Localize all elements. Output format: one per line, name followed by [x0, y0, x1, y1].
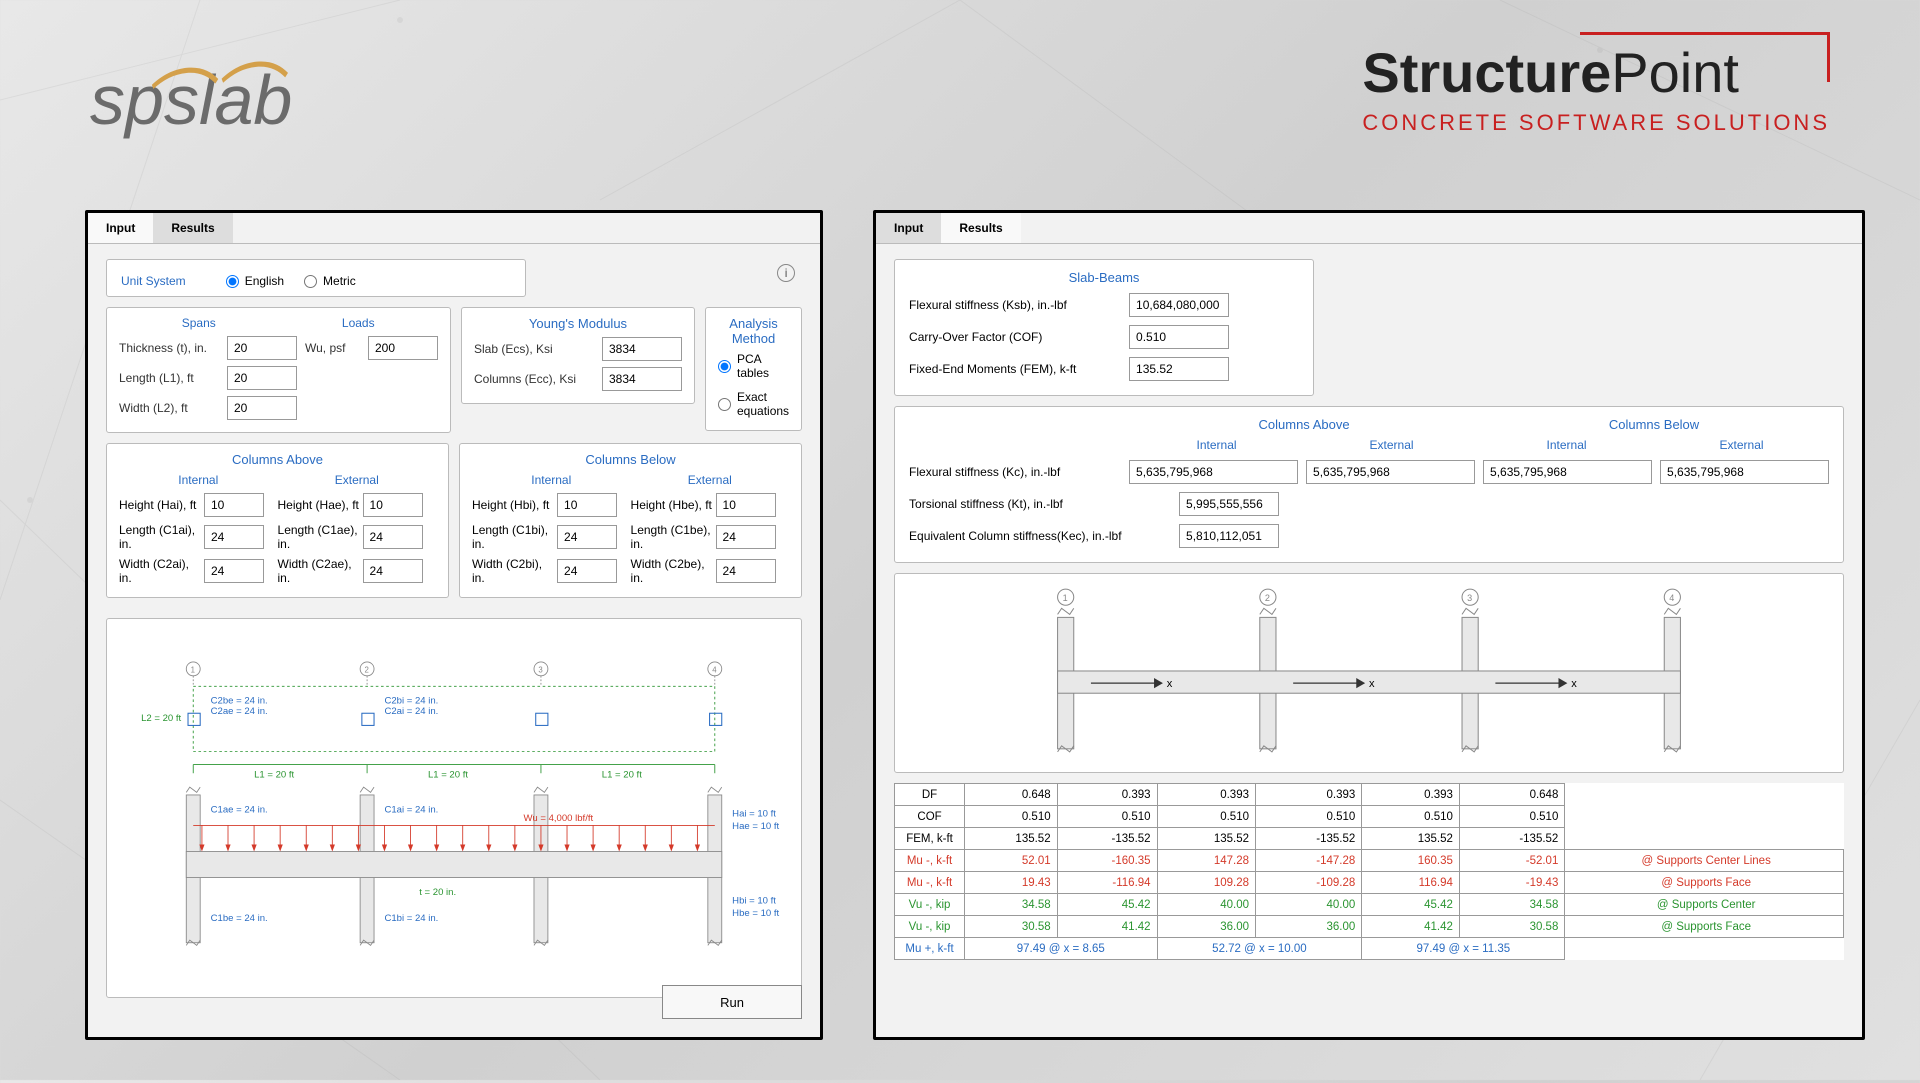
svg-text:3: 3: [538, 665, 542, 674]
svg-text:Hbi = 10 ft: Hbi = 10 ft: [732, 896, 776, 907]
svg-text:C2ae = 24 in.: C2ae = 24 in.: [211, 706, 268, 717]
moment-table: DF0.6480.3930.3930.3930.3930.648COF0.510…: [894, 783, 1844, 960]
run-button[interactable]: Run: [662, 985, 802, 1019]
wu-input[interactable]: [368, 336, 438, 360]
results-panel: Input Results Slab-Beams Flexural stiffn…: [873, 210, 1865, 1040]
radio-metric[interactable]: Metric: [304, 274, 356, 288]
svg-text:4: 4: [1669, 593, 1674, 603]
c2ai-input[interactable]: [204, 559, 264, 583]
kt-output: [1179, 492, 1279, 516]
svg-text:Hae = 10 ft: Hae = 10 ft: [732, 821, 779, 832]
spslab-logo: ⌒⌒ spslab: [90, 60, 292, 140]
svg-text:x: x: [1167, 678, 1173, 690]
fem-output: [1129, 357, 1229, 381]
input-diagram: L2 = 20 ft L1 = 20 ft L1 = 20 ft L1 = 20…: [106, 618, 802, 998]
info-icon[interactable]: i: [777, 264, 795, 282]
c2be-input[interactable]: [716, 559, 776, 583]
c1be-input[interactable]: [716, 525, 776, 549]
cof-output: [1129, 325, 1229, 349]
svg-text:C1ai = 24 in.: C1ai = 24 in.: [384, 804, 438, 815]
svg-text:4: 4: [712, 665, 717, 674]
svg-text:Hai = 10 ft: Hai = 10 ft: [732, 809, 776, 820]
kc-be: [1660, 460, 1829, 484]
hbe-input[interactable]: [716, 493, 776, 517]
svg-text:x: x: [1571, 678, 1577, 690]
thickness-input[interactable]: [227, 336, 297, 360]
svg-text:2: 2: [364, 665, 368, 674]
unit-system-row: Unit System English Metric: [121, 274, 511, 288]
svg-text:L1 = 20 ft: L1 = 20 ft: [428, 770, 468, 781]
svg-text:x: x: [1369, 678, 1375, 690]
svg-text:C1be = 24 in.: C1be = 24 in.: [211, 913, 268, 924]
svg-text:1: 1: [1063, 593, 1068, 603]
svg-text:C1bi = 24 in.: C1bi = 24 in.: [384, 913, 438, 924]
ecs-input[interactable]: [602, 337, 682, 361]
hbi-input[interactable]: [557, 493, 617, 517]
svg-text:3: 3: [1467, 593, 1472, 603]
svg-text:Wu = 4,000 lbf/ft: Wu = 4,000 lbf/ft: [524, 813, 594, 824]
ecc-input[interactable]: [602, 367, 682, 391]
tab-input-r[interactable]: Input: [876, 213, 941, 243]
svg-text:L1 = 20 ft: L1 = 20 ft: [602, 770, 642, 781]
c1ae-input[interactable]: [363, 525, 423, 549]
svg-text:2: 2: [1265, 593, 1270, 603]
input-panel: Input Results i Unit System English Metr…: [85, 210, 823, 1040]
l1-input[interactable]: [227, 366, 297, 390]
svg-text:Hbe = 10 ft: Hbe = 10 ft: [732, 908, 779, 919]
radio-pca[interactable]: PCA tables: [718, 352, 789, 380]
radio-exact[interactable]: Exact equations: [718, 390, 789, 418]
svg-text:C1ae = 24 in.: C1ae = 24 in.: [211, 804, 268, 815]
kc-bi: [1483, 460, 1652, 484]
tab-results-r[interactable]: Results: [941, 213, 1020, 243]
svg-text:L1 = 20 ft: L1 = 20 ft: [254, 770, 294, 781]
c1bi-input[interactable]: [557, 525, 617, 549]
svg-text:L2 = 20 ft: L2 = 20 ft: [141, 713, 181, 724]
radio-english[interactable]: English: [226, 274, 284, 288]
hae-input[interactable]: [363, 493, 423, 517]
hai-input[interactable]: [204, 493, 264, 517]
c2ae-input[interactable]: [363, 559, 423, 583]
l2-input[interactable]: [227, 396, 297, 420]
tabs-right: Input Results: [876, 213, 1862, 244]
svg-text:C2bi = 24 in.: C2bi = 24 in.: [384, 696, 438, 707]
svg-text:t = 20 in.: t = 20 in.: [419, 887, 456, 898]
c2bi-input[interactable]: [557, 559, 617, 583]
results-diagram: 1 2 3 4 x x x: [894, 573, 1844, 773]
kc-ai: [1129, 460, 1298, 484]
svg-text:C2ai = 24 in.: C2ai = 24 in.: [384, 706, 438, 717]
tab-input[interactable]: Input: [88, 213, 153, 243]
structurepoint-logo: StructurePoint CONCRETE SOFTWARE SOLUTIO…: [1362, 40, 1830, 136]
tab-results[interactable]: Results: [153, 213, 232, 243]
ksb-output: [1129, 293, 1229, 317]
tabs-left: Input Results: [88, 213, 820, 244]
svg-text:C2be = 24 in.: C2be = 24 in.: [211, 696, 268, 707]
c1ai-input[interactable]: [204, 525, 264, 549]
kec-output: [1179, 524, 1279, 548]
kc-ae: [1306, 460, 1475, 484]
svg-text:1: 1: [191, 665, 195, 674]
